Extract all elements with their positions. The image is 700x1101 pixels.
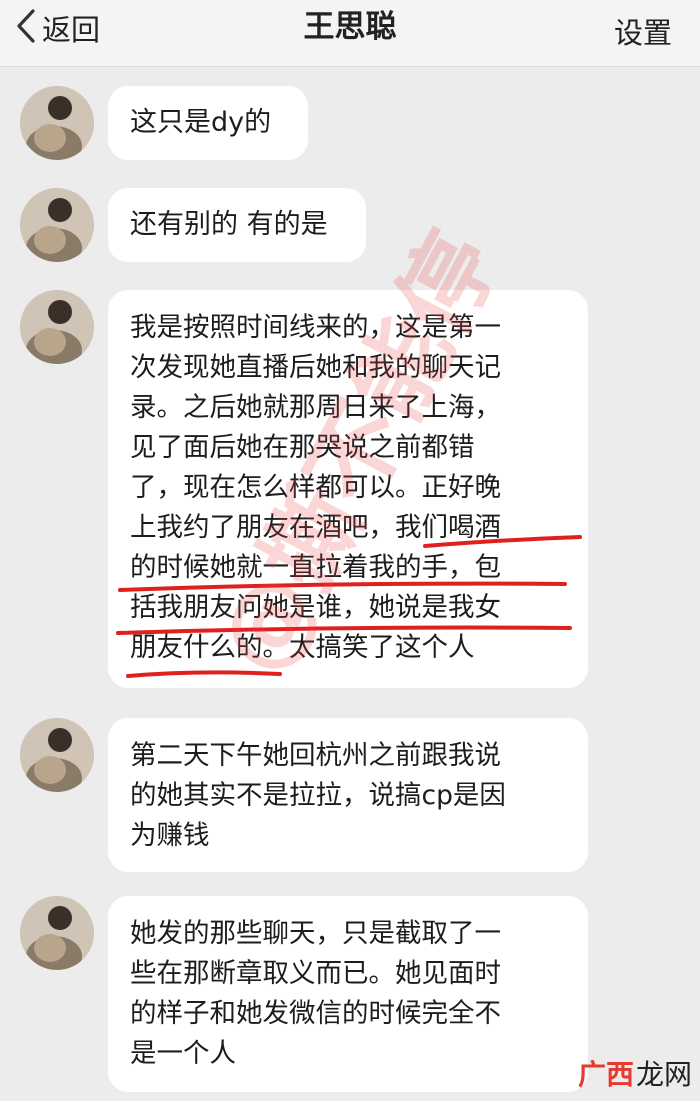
settings-button[interactable]: 设置 (614, 10, 672, 52)
message-text: 第二天下午她回杭州之前跟我说 的她其实不是拉拉，说搞cp是因 为赚钱 (130, 740, 506, 851)
avatar[interactable] (20, 86, 94, 160)
avatar[interactable] (20, 188, 94, 262)
avatar[interactable] (20, 896, 94, 970)
nav-bar: 返回 王思聪 设置 (0, 0, 700, 67)
message-bubble[interactable]: 这只是dy的 (108, 86, 308, 160)
message-bubble[interactable]: 我是按照时间线来的，这是第一 次发现她直播后她和我的聊天记 录。之后她就那周日来… (108, 290, 588, 688)
site-logo-part2: 龙网 (635, 1058, 692, 1091)
avatar[interactable] (20, 290, 94, 364)
message-text: 她发的那些聊天，只是截取了一 些在那断章取义而已。她见面时 的样子和她发微信的时… (130, 918, 501, 1069)
message-bubble[interactable]: 还有别的 有的是 (108, 188, 366, 262)
message-bubble[interactable]: 她发的那些聊天，只是截取了一 些在那断章取义而已。她见面时 的样子和她发微信的时… (108, 896, 588, 1092)
message-text: 这只是dy的 (130, 107, 272, 138)
site-logo: 广西 龙网 (578, 1053, 692, 1093)
message-bubble[interactable]: 第二天下午她回杭州之前跟我说 的她其实不是拉拉，说搞cp是因 为赚钱 (108, 718, 588, 872)
message-text: 我是按照时间线来的，这是第一 次发现她直播后她和我的聊天记 录。之后她就那周日来… (130, 312, 501, 663)
site-logo-part1: 广西 (577, 1058, 634, 1091)
page-title: 王思聪 (303, 9, 397, 45)
avatar[interactable] (20, 718, 94, 792)
message-text: 还有别的 有的是 (130, 209, 328, 240)
